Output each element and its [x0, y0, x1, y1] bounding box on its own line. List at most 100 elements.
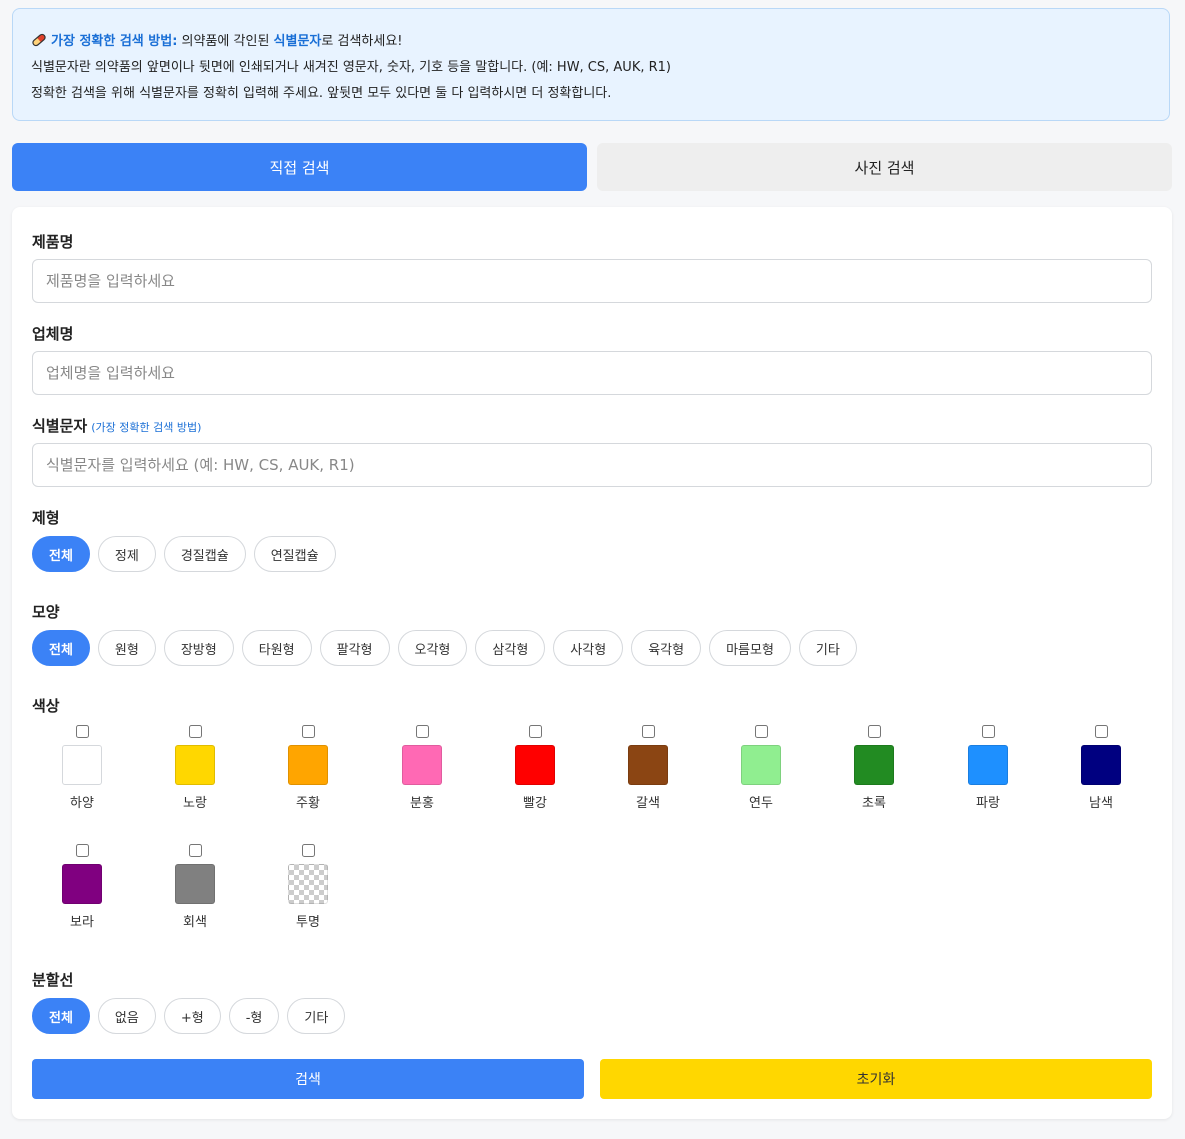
color-checkbox[interactable] [188, 725, 202, 738]
notice-line-1: 가장 정확한 검색 방법: 의약품에 각인된 식별문자로 검색하세요! [31, 29, 1151, 55]
color-option-blue[interactable]: 파랑 [938, 725, 1038, 811]
color-checkbox[interactable] [188, 844, 202, 857]
company-name-label: 업체명 [32, 325, 74, 343]
search-form-card: 제품명 업체명 식별문자(가장 정확한 검색 방법) 제형 전체 정제 경질캡슐… [12, 207, 1172, 1119]
color-option-gray[interactable]: 회색 [145, 844, 245, 930]
color-name: 노랑 [183, 796, 207, 811]
color-checkbox[interactable] [75, 844, 89, 857]
company-name-input[interactable] [32, 351, 1152, 395]
shape-option-round[interactable]: 원형 [97, 630, 156, 666]
score-line-option-all[interactable]: 전체 [32, 998, 90, 1034]
color-swatch[interactable] [741, 745, 781, 785]
score-line-option-plus[interactable]: +형 [163, 998, 221, 1034]
dosage-form-option-all[interactable]: 전체 [32, 536, 90, 572]
color-checkbox[interactable] [75, 725, 89, 738]
dosage-form-options: 전체 정제 경질캡슐 연질캡슐 [32, 536, 336, 572]
pill-icon [31, 32, 47, 48]
notice-line-3: 정확한 검색을 위해 식별문자를 정확히 입력해 주세요. 앞뒷면 모두 있다면… [31, 86, 612, 101]
notice-strong: 가장 정확한 검색 방법: [51, 34, 178, 49]
notice-line-2: 식별문자란 의약품의 앞면이나 뒷면에 인쇄되거나 새겨진 영문자, 숫자, 기… [31, 60, 671, 75]
reset-button[interactable]: 초기화 [600, 1059, 1152, 1099]
color-checkbox[interactable] [301, 725, 315, 738]
product-name-label: 제품명 [32, 233, 74, 251]
color-checkbox[interactable] [1094, 725, 1108, 738]
notice-text: 로 검색하세요! [321, 34, 403, 49]
notice-highlight: 식별문자 [273, 34, 322, 49]
color-swatch[interactable] [402, 745, 442, 785]
shape-option-other[interactable]: 기타 [798, 630, 857, 666]
color-name: 초록 [862, 796, 886, 811]
shape-option-diamond[interactable]: 마름모형 [709, 630, 791, 666]
color-option-pink[interactable]: 분홍 [372, 725, 472, 811]
color-name: 연두 [749, 796, 773, 811]
score-line-options: 전체 없음 +형 -형 기타 [32, 998, 346, 1034]
color-name: 회색 [183, 915, 207, 930]
color-checkbox[interactable] [754, 725, 768, 738]
shape-option-square[interactable]: 사각형 [553, 630, 624, 666]
color-checkbox[interactable] [641, 725, 655, 738]
product-name-input[interactable] [32, 259, 1152, 303]
dosage-form-option-tablet[interactable]: 정제 [97, 536, 156, 572]
color-swatch[interactable] [62, 745, 102, 785]
shape-option-hexagon[interactable]: 육각형 [631, 630, 702, 666]
color-checkbox[interactable] [301, 844, 315, 857]
tab-direct-search[interactable]: 직접 검색 [12, 143, 587, 191]
search-button[interactable]: 검색 [32, 1059, 584, 1099]
dosage-form-option-hard-capsule[interactable]: 경질캡슐 [163, 536, 246, 572]
color-checkbox[interactable] [415, 725, 429, 738]
color-checkbox[interactable] [867, 725, 881, 738]
shape-options: 전체 원형 장방형 타원형 팔각형 오각형 삼각형 사각형 육각형 마름모형 기… [32, 630, 857, 666]
color-option-brown[interactable]: 갈색 [598, 725, 698, 811]
identifier-input[interactable] [32, 443, 1152, 487]
color-option-purple[interactable]: 보라 [32, 844, 132, 930]
color-label: 색상 [32, 697, 60, 715]
color-option-light-green[interactable]: 연두 [711, 725, 811, 811]
color-option-orange[interactable]: 주황 [258, 725, 358, 811]
score-line-option-none[interactable]: 없음 [97, 998, 156, 1034]
color-name: 파랑 [976, 796, 1000, 811]
color-option-green[interactable]: 초록 [824, 725, 924, 811]
color-name: 빨강 [523, 796, 547, 811]
color-swatch[interactable] [175, 864, 215, 904]
color-swatch[interactable] [854, 745, 894, 785]
color-option-yellow[interactable]: 노랑 [145, 725, 245, 811]
color-checkbox[interactable] [528, 725, 542, 738]
score-line-option-minus[interactable]: -형 [228, 998, 280, 1034]
color-option-white[interactable]: 하양 [32, 725, 132, 811]
color-name: 분홍 [410, 796, 434, 811]
color-name: 하양 [70, 796, 94, 811]
shape-option-triangle[interactable]: 삼각형 [475, 630, 546, 666]
dosage-form-label: 제형 [32, 509, 60, 527]
color-checkbox[interactable] [981, 725, 995, 738]
color-option-red[interactable]: 빨강 [485, 725, 585, 811]
shape-option-pentagon[interactable]: 오각형 [397, 630, 468, 666]
color-swatch[interactable] [1081, 745, 1121, 785]
shape-option-all[interactable]: 전체 [32, 630, 90, 666]
shape-option-oblong[interactable]: 장방형 [163, 630, 234, 666]
score-line-option-other[interactable]: 기타 [287, 998, 346, 1034]
color-option-navy[interactable]: 남색 [1051, 725, 1151, 811]
color-name: 주황 [296, 796, 320, 811]
shape-option-octagon[interactable]: 팔각형 [319, 630, 390, 666]
color-swatch[interactable] [288, 745, 328, 785]
color-swatch[interactable] [62, 864, 102, 904]
search-tip-notice: 가장 정확한 검색 방법: 의약품에 각인된 식별문자로 검색하세요! 식별문자… [12, 8, 1170, 121]
identifier-hint: (가장 정확한 검색 방법) [91, 421, 202, 434]
dosage-form-option-soft-capsule[interactable]: 연질캡슐 [253, 536, 336, 572]
color-swatch[interactable] [175, 745, 215, 785]
color-name: 투명 [296, 915, 320, 930]
color-option-transparent[interactable]: 투명 [258, 844, 358, 930]
notice-text: 의약품에 각인된 [177, 34, 274, 49]
color-swatch[interactable] [515, 745, 555, 785]
tab-photo-search[interactable]: 사진 검색 [597, 143, 1172, 191]
color-swatch[interactable] [288, 864, 328, 904]
shape-option-oval[interactable]: 타원형 [241, 630, 312, 666]
color-name: 보라 [70, 915, 94, 930]
identifier-label-text: 식별문자 [32, 417, 88, 435]
identifier-label: 식별문자 (가장 정확한 검색 방법) [32, 415, 201, 436]
shape-label: 모양 [32, 603, 60, 621]
color-swatch[interactable] [628, 745, 668, 785]
score-line-label: 분할선 [32, 971, 74, 989]
color-swatch[interactable] [968, 745, 1008, 785]
color-name: 갈색 [636, 796, 660, 811]
